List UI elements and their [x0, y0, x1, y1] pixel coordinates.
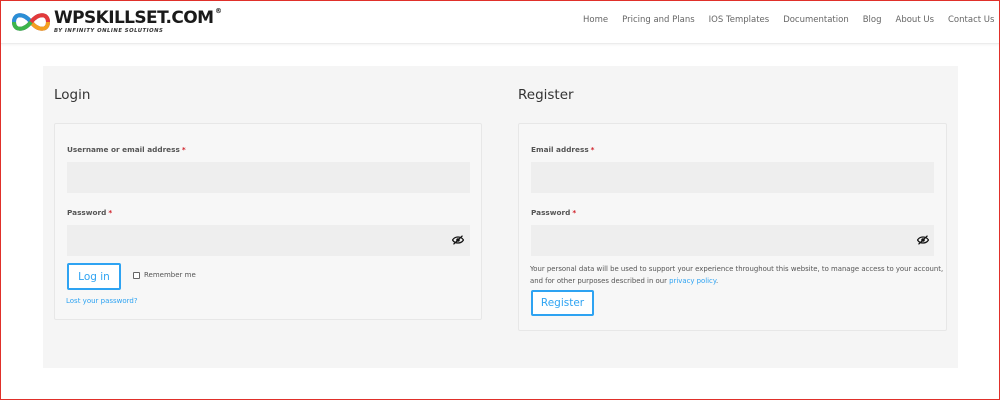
logo-tagline: BY INFINITY ONLINE SOLUTIONS: [54, 27, 164, 34]
register-email-input[interactable]: [531, 162, 934, 193]
infinity-logo-icon: [11, 13, 51, 31]
email-label: Email address *: [531, 145, 595, 154]
nav-home[interactable]: Home: [583, 15, 608, 25]
register-title: Register: [518, 87, 574, 103]
nav-about-us[interactable]: About Us: [896, 15, 934, 25]
lost-password-link[interactable]: Lost your password?: [66, 297, 138, 305]
nav-ios-templates[interactable]: IOS Templates: [709, 15, 770, 25]
nav-contact-us[interactable]: Contact Us: [948, 15, 994, 25]
login-password-label: Password *: [67, 208, 113, 217]
register-password-input[interactable]: [531, 225, 934, 256]
remember-me-label: Remember me: [144, 271, 196, 279]
register-password-label: Password *: [531, 208, 577, 217]
username-label: Username or email address *: [67, 145, 186, 154]
privacy-policy-link[interactable]: privacy policy: [669, 277, 716, 285]
nav-blog[interactable]: Blog: [863, 15, 882, 25]
login-button[interactable]: Log in: [67, 263, 121, 290]
show-password-icon[interactable]: [917, 235, 929, 245]
username-input[interactable]: [67, 162, 470, 193]
remember-me-checkbox[interactable]: [133, 272, 140, 279]
site-logo[interactable]: WPSKILLSET.COM ® BY INFINITY ONLINE SOLUT…: [10, 6, 222, 38]
nav-documentation[interactable]: Documentation: [783, 15, 849, 25]
login-title: Login: [54, 87, 91, 103]
main-nav: Home Pricing and Plans IOS Templates Doc…: [583, 15, 1000, 25]
register-button[interactable]: Register: [531, 290, 594, 316]
show-password-icon[interactable]: [452, 235, 464, 245]
logo-name: WPSKILLSET.COM ®: [54, 6, 222, 28]
login-password-input[interactable]: [67, 225, 470, 256]
site-header: WPSKILLSET.COM ® BY INFINITY ONLINE SOLUT…: [0, 0, 1000, 44]
privacy-notice: Your personal data will be used to suppo…: [530, 265, 944, 285]
nav-pricing[interactable]: Pricing and Plans: [622, 15, 695, 25]
logo-registered-mark: ®: [215, 6, 222, 15]
